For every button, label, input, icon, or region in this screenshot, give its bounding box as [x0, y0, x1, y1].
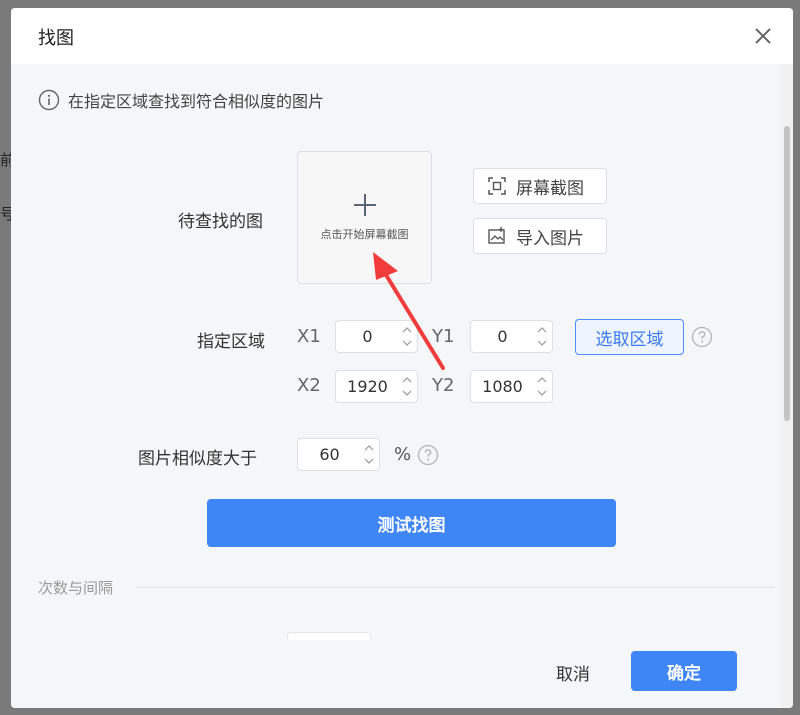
x1-label: X1: [297, 326, 321, 347]
y1-label: Y1: [432, 326, 455, 347]
screenshot-icon: [488, 177, 506, 195]
x2-label: X2: [297, 375, 321, 396]
dialog-title: 找图: [38, 28, 74, 49]
screenshot-upload-box[interactable]: 点击开始屏幕截图: [297, 151, 432, 284]
scrollbar[interactable]: [781, 64, 793, 708]
spin-up-icon[interactable]: [401, 324, 413, 336]
select-region-button[interactable]: 选取区域: [575, 319, 684, 355]
spin-up-icon[interactable]: [401, 374, 413, 386]
y1-input[interactable]: 0: [470, 320, 553, 353]
similarity-value: 60: [319, 445, 340, 464]
similarity-unit: %: [394, 444, 412, 465]
similarity-input[interactable]: 60: [297, 438, 380, 471]
x2-input[interactable]: 1920: [335, 370, 418, 403]
y2-input[interactable]: 1080: [470, 370, 553, 403]
screenshot-button[interactable]: 屏幕截图: [473, 168, 607, 204]
section-divider: [136, 587, 775, 588]
similarity-label: 图片相似度大于: [138, 449, 257, 469]
upload-text: 点击开始屏幕截图: [320, 228, 409, 241]
test-find-image-button[interactable]: 测试找图: [207, 499, 616, 547]
hint-text: 在指定区域查找到符合相似度的图片: [68, 92, 325, 111]
y2-label: Y2: [432, 375, 455, 396]
spin-down-icon[interactable]: [536, 387, 548, 399]
spin-down-icon[interactable]: [401, 337, 413, 349]
dialog-header: 找图: [11, 8, 793, 64]
find-image-dialog: 找图 在指定区域查找到符合相似度的图片 待查找的图 点击开始屏幕截图 屏幕截图: [11, 8, 793, 708]
spin-up-icon[interactable]: [536, 324, 548, 336]
target-image-label: 待查找的图: [178, 212, 263, 232]
y1-value: 0: [497, 327, 508, 346]
help-icon[interactable]: [691, 326, 713, 348]
spin-down-icon[interactable]: [401, 387, 413, 399]
region-label: 指定区域: [197, 332, 265, 352]
import-image-button-label: 导入图片: [516, 228, 584, 249]
screenshot-button-label: 屏幕截图: [516, 178, 584, 199]
close-icon[interactable]: [751, 24, 775, 48]
spin-down-icon[interactable]: [536, 337, 548, 349]
info-icon: [38, 89, 60, 111]
spin-up-icon[interactable]: [363, 442, 375, 454]
section-title: 次数与间隔: [38, 579, 114, 597]
cancel-button[interactable]: 取消: [556, 660, 590, 685]
spin-up-icon[interactable]: [536, 374, 548, 386]
plus-icon: [354, 194, 376, 216]
x2-value: 1920: [347, 377, 388, 396]
image-import-icon: [488, 227, 505, 244]
y2-value: 1080: [482, 377, 523, 396]
scrollbar-thumb[interactable]: [784, 126, 790, 421]
x1-input[interactable]: 0: [335, 320, 418, 353]
help-icon[interactable]: [417, 444, 439, 466]
hint: 在指定区域查找到符合相似度的图片: [38, 88, 324, 112]
spin-down-icon[interactable]: [363, 455, 375, 467]
import-image-button[interactable]: 导入图片: [473, 218, 607, 254]
ok-button[interactable]: 确定: [631, 651, 737, 691]
x1-value: 0: [362, 327, 373, 346]
